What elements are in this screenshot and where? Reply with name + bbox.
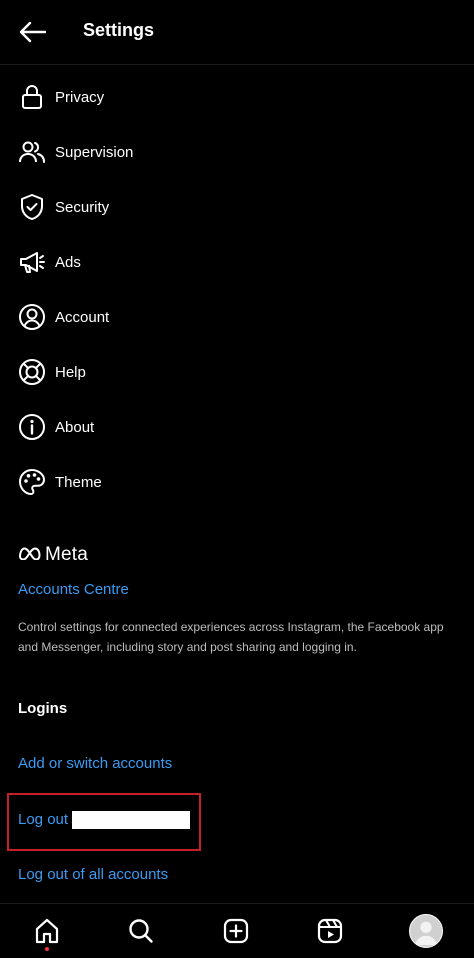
log-out-link[interactable]: Log out xyxy=(18,811,68,828)
people-icon xyxy=(18,138,46,166)
menu-item-label: Privacy xyxy=(55,88,105,106)
log-out-all-link[interactable]: Log out of all accounts xyxy=(18,866,168,883)
avatar xyxy=(409,914,443,948)
menu-item-security[interactable]: Security xyxy=(0,185,474,229)
menu-item-label: Theme xyxy=(55,473,102,491)
arrow-left-icon[interactable] xyxy=(18,20,47,44)
header: Settings xyxy=(0,0,474,65)
info-icon xyxy=(18,413,46,441)
notification-dot xyxy=(45,947,49,951)
menu-item-ads[interactable]: Ads xyxy=(0,240,474,284)
menu-item-account[interactable]: Account xyxy=(0,295,474,339)
menu-item-theme[interactable]: Theme xyxy=(0,460,474,504)
page-title: Settings xyxy=(83,20,155,40)
meta-logo: Meta xyxy=(18,544,88,566)
profile-avatar[interactable] xyxy=(409,914,443,948)
menu-item-help[interactable]: Help xyxy=(0,350,474,394)
redacted-username xyxy=(72,811,190,829)
menu-item-label: Ads xyxy=(55,253,81,271)
menu-item-supervision[interactable]: Supervision xyxy=(0,130,474,174)
lock-icon xyxy=(18,83,46,111)
menu-item-label: About xyxy=(55,418,95,436)
logins-heading: Logins xyxy=(18,700,68,717)
menu-item-label: Help xyxy=(55,363,86,381)
menu-item-privacy[interactable]: Privacy xyxy=(0,75,474,119)
megaphone-icon xyxy=(18,248,46,276)
reels-icon[interactable] xyxy=(313,914,347,948)
bottom-nav xyxy=(0,903,474,958)
menu-item-label: Security xyxy=(55,198,110,216)
home-icon[interactable] xyxy=(30,914,64,948)
search-icon[interactable] xyxy=(124,914,158,948)
add-switch-accounts-link[interactable]: Add or switch accounts xyxy=(18,755,172,772)
create-icon[interactable] xyxy=(219,914,253,948)
accounts-centre-description: Control settings for connected experienc… xyxy=(18,620,444,654)
user-circle-icon xyxy=(18,303,46,331)
meta-brand-text: Meta xyxy=(45,544,89,565)
menu-item-about[interactable]: About xyxy=(0,405,474,449)
palette-icon xyxy=(18,468,46,496)
lifebuoy-icon xyxy=(18,358,46,386)
meta-infinity-icon xyxy=(18,546,42,565)
shield-check-icon xyxy=(18,193,46,221)
menu-item-label: Supervision xyxy=(55,143,134,161)
menu-item-label: Account xyxy=(55,308,110,326)
accounts-centre-link[interactable]: Accounts Centre xyxy=(18,581,129,598)
